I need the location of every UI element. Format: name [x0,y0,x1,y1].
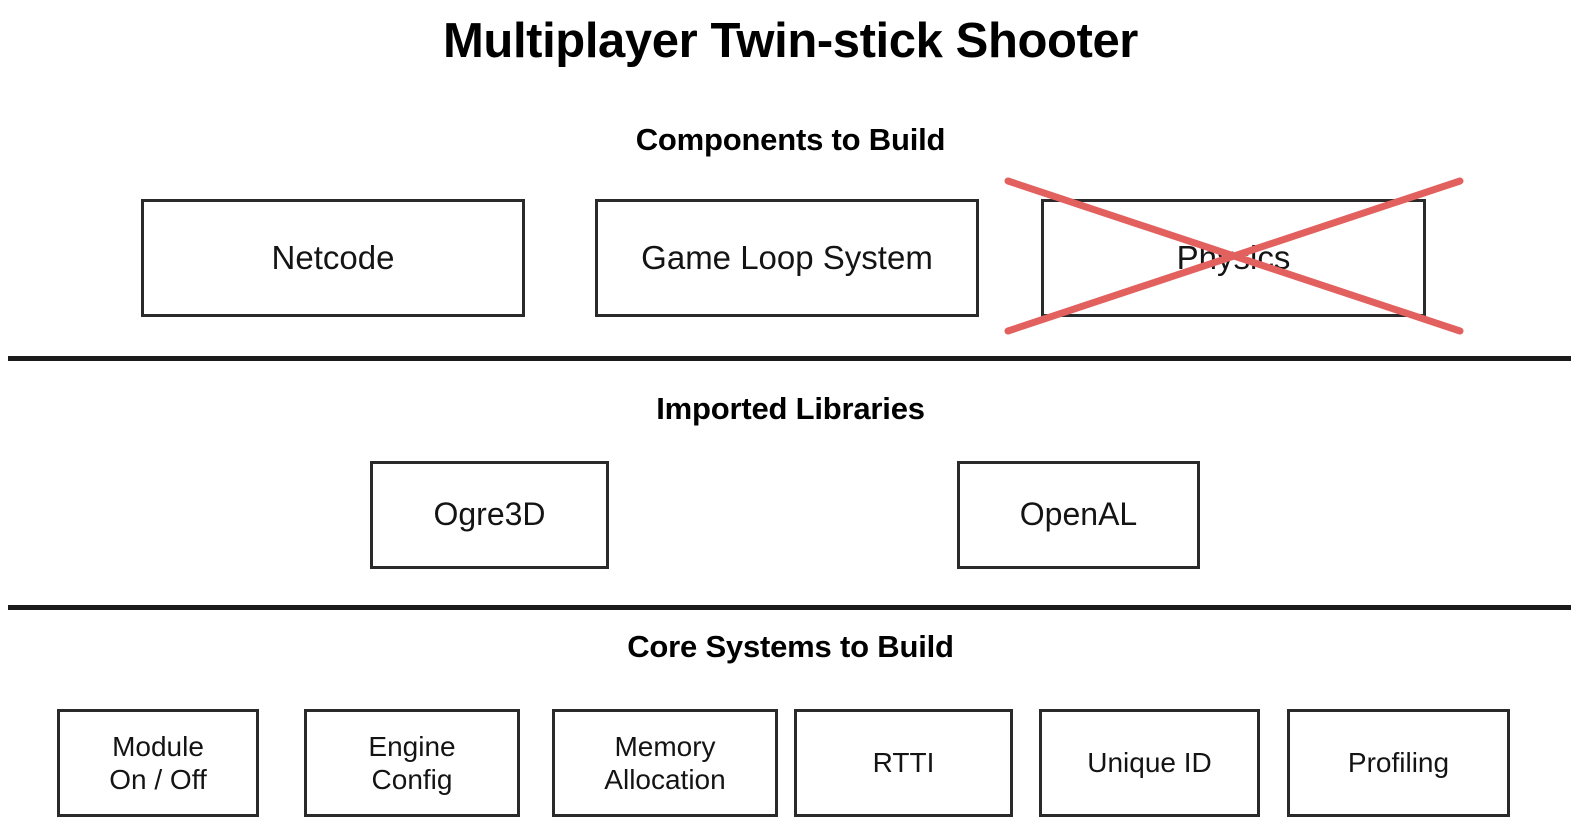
core-system-box-label: Unique ID [1087,747,1212,779]
library-box-label: Ogre3D [433,496,546,533]
library-box-ogre3d[interactable]: Ogre3D [370,461,609,569]
core-system-box-unique-id[interactable]: Unique ID [1039,709,1260,817]
component-box-label: Game Loop System [641,238,933,276]
section-heading-core-systems: Core Systems to Build [627,629,954,664]
component-box-label: Physics [1176,238,1291,276]
core-system-box-label: Engine Config [368,730,456,795]
component-box-label: Netcode [271,238,395,276]
core-system-box-profiling[interactable]: Profiling [1287,709,1510,817]
core-system-box-memory-allocation[interactable]: Memory Allocation [552,709,778,817]
component-box-game-loop-system[interactable]: Game Loop System [595,199,979,317]
component-box-physics[interactable]: Physics [1041,199,1426,317]
component-box-netcode[interactable]: Netcode [141,199,525,317]
section-heading-components: Components to Build [635,122,946,157]
core-system-box-rtti[interactable]: RTTI [794,709,1013,817]
section-divider-2 [8,605,1571,610]
library-box-label: OpenAL [1019,496,1138,533]
diagram-canvas: Multiplayer Twin-stick Shooter Component… [0,0,1581,840]
section-divider-1 [8,356,1571,361]
core-system-box-label: Memory Allocation [604,730,726,795]
core-system-box-module-on-off[interactable]: Module On / Off [57,709,259,817]
core-system-box-label: RTTI [872,747,935,779]
section-heading-imported-libraries: Imported Libraries [656,391,925,426]
library-box-openal[interactable]: OpenAL [957,461,1200,569]
page-title: Multiplayer Twin-stick Shooter [443,14,1138,68]
core-system-box-label: Profiling [1347,747,1450,779]
core-system-box-engine-config[interactable]: Engine Config [304,709,520,817]
core-system-box-label: Module On / Off [109,730,207,795]
